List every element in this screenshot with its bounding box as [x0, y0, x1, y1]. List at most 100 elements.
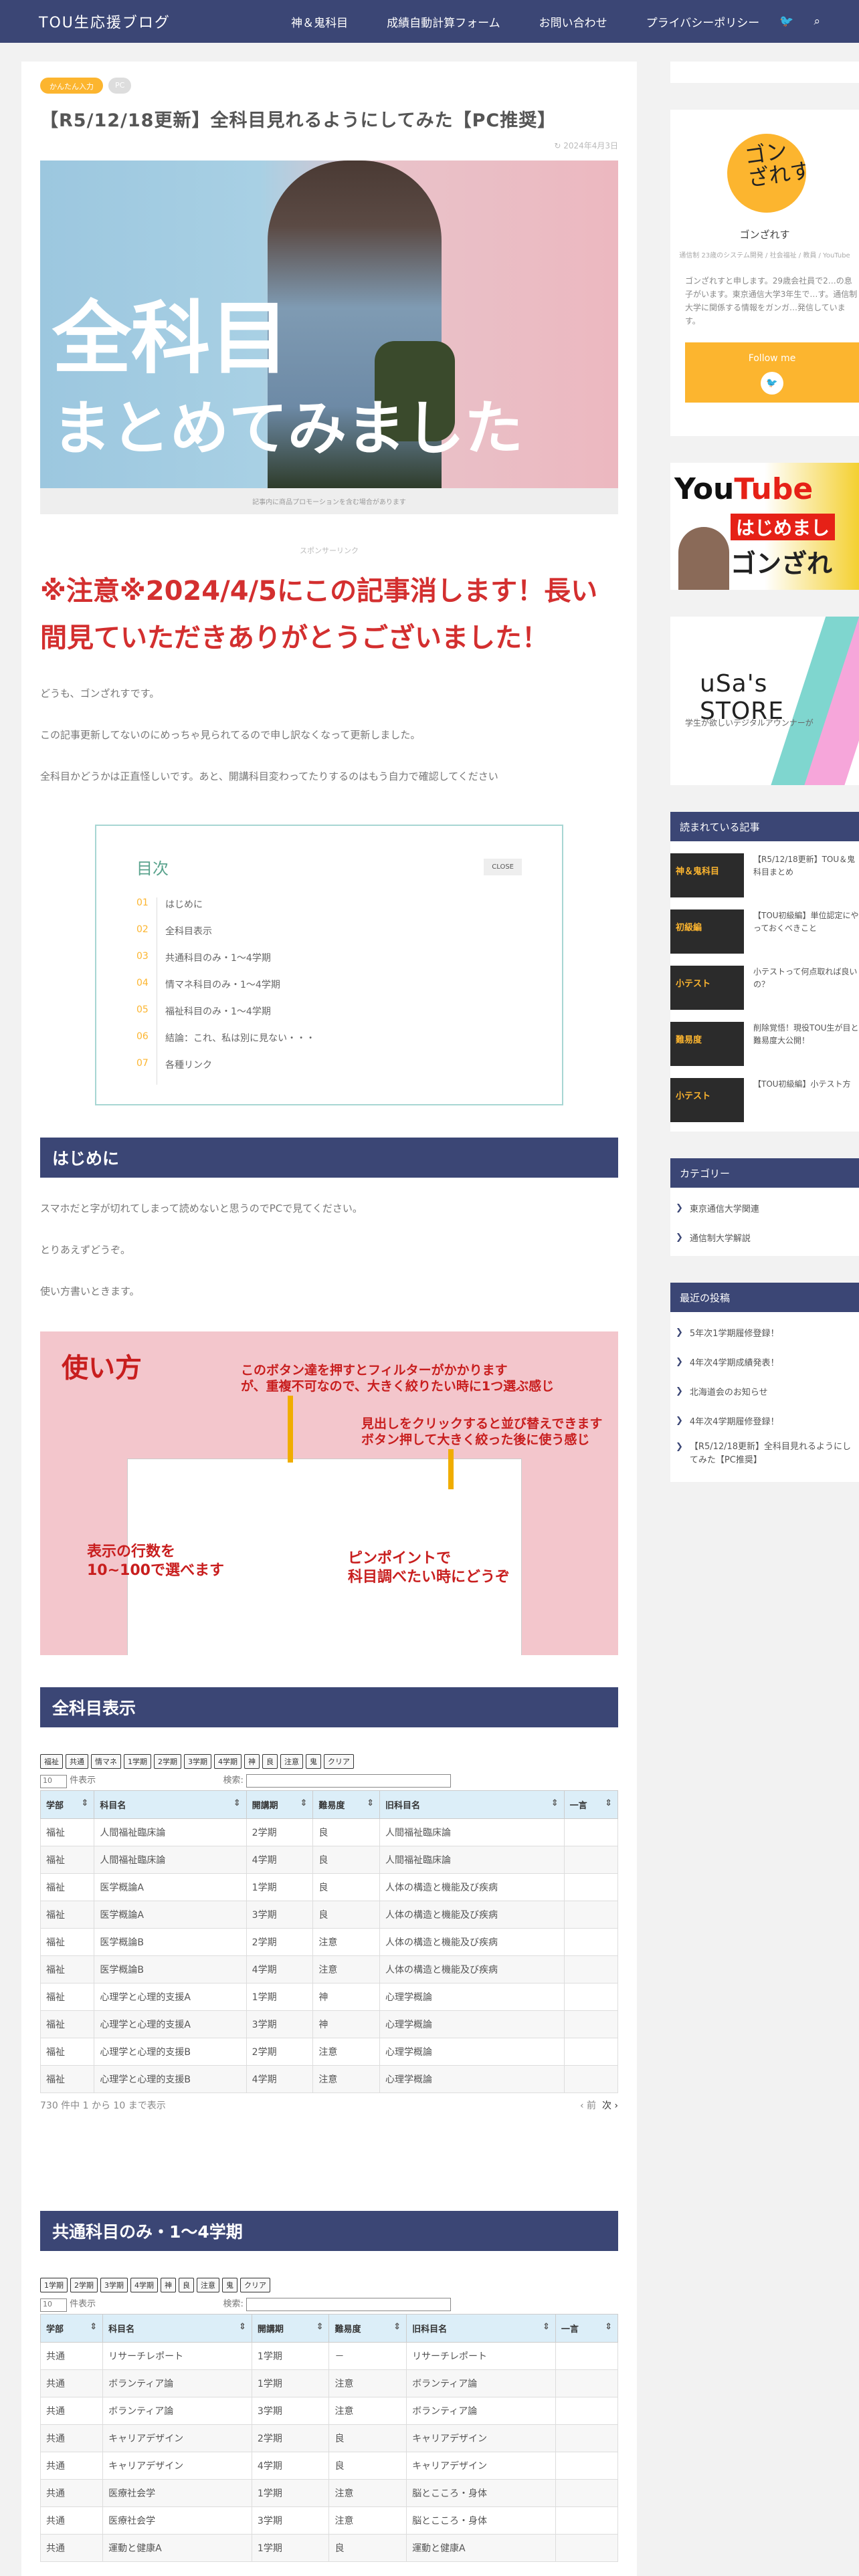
next-button[interactable]: 次 › — [602, 2101, 618, 2111]
category-label[interactable]: 通信制大学解説 — [690, 1231, 751, 1244]
column-header[interactable]: 開講期 ⇕ — [251, 2314, 330, 2343]
filter-button[interactable]: 神 — [244, 1754, 260, 1769]
filter-button[interactable]: 福祉 — [40, 1754, 63, 1769]
filter-button[interactable]: 神 — [161, 2278, 176, 2292]
search-input[interactable] — [246, 1774, 451, 1788]
recent-label[interactable]: 北海道会のお知らせ — [690, 1385, 768, 1398]
toc-item-label[interactable]: 共通科目のみ・1～4学期 — [157, 951, 271, 978]
popular-title[interactable]: 小テストって何点取れば良いの？ — [744, 966, 859, 1022]
category-item[interactable]: ❯ 通信制大学解説 — [670, 1222, 859, 1252]
toc-item[interactable]: 06 結論：これ、私は別に見ない・・・ — [136, 1031, 522, 1058]
filter-button[interactable]: 注意 — [280, 1754, 303, 1769]
category-label[interactable]: 東京通信大学関連 — [690, 1202, 759, 1214]
sidebar-search[interactable] — [670, 62, 859, 83]
popular-item[interactable]: 小テスト 小テストって何点取れば良いの？ — [670, 966, 859, 1022]
recent-label[interactable]: 4年次4学期成績発表！ — [690, 1356, 779, 1368]
recent-item[interactable]: ❯ 【R5/12/18更新】全科目見れるようにしてみた【PC推奨】 — [670, 1435, 859, 1475]
column-header[interactable]: 旧科目名 ⇕ — [379, 1790, 565, 1819]
post-date: ↻ 2024年4月3日 — [554, 141, 618, 150]
toc-item-label[interactable]: 福祉科目のみ・1～4学期 — [157, 1004, 271, 1031]
prev-button[interactable]: ‹ 前 — [580, 2101, 596, 2111]
filter-button[interactable]: 2学期 — [70, 2278, 98, 2292]
toc-item-label[interactable]: 各種リンク — [157, 1058, 212, 1085]
column-header[interactable]: 難易度 ⇕ — [328, 2314, 407, 2343]
toc-close-button[interactable]: CLOSE — [484, 859, 522, 875]
recent-label[interactable]: 5年次1学期履修登録！ — [690, 1326, 779, 1339]
filter-button[interactable]: 鬼 — [222, 2278, 237, 2292]
filter-button[interactable]: 良 — [179, 2278, 194, 2292]
popular-item[interactable]: 初級編 【TOU初級編】単位認定にやっておくべきこと — [670, 909, 859, 966]
column-header[interactable]: 一言 ⇕ — [563, 1790, 619, 1819]
store-banner[interactable]: uSa's STORE 学生が欲しいデジタルアウンナーが — [670, 617, 859, 785]
recent-item[interactable]: ❯ 北海道会のお知らせ — [670, 1376, 859, 1406]
popular-title[interactable]: 【TOU初級編】単位認定にやっておくべきこと — [744, 909, 859, 966]
toc-item-label[interactable]: 結論：これ、私は別に見ない・・・ — [157, 1031, 315, 1058]
nav-item-privacy[interactable]: プライバシーポリシー — [646, 13, 760, 30]
table-cell: 医学概論A — [94, 1873, 247, 1901]
toc-item[interactable]: 02 全科目表示 — [136, 924, 522, 951]
toc-item[interactable]: 07 各種リンク — [136, 1058, 522, 1085]
table-cell: 心理学概論 — [379, 2065, 565, 2093]
filter-button[interactable]: 注意 — [197, 2278, 219, 2292]
filter-button[interactable]: 良 — [262, 1754, 278, 1769]
site-title[interactable]: TOU生応援ブログ — [39, 11, 171, 32]
filter-button[interactable]: 4学期 — [130, 2278, 158, 2292]
column-header[interactable]: 旧科目名 ⇕ — [406, 2314, 556, 2343]
recent-label[interactable]: 【R5/12/18更新】全科目見れるようにしてみた【PC推奨】 — [690, 1440, 859, 1467]
filter-button[interactable]: 2学期 — [154, 1754, 181, 1769]
column-header[interactable]: 難易度 ⇕ — [312, 1790, 381, 1819]
popular-title[interactable]: 【R5/12/18更新】TOU＆鬼科目まとめ — [744, 853, 859, 909]
popular-item[interactable]: 難易度 削除覚悟！現役TOU生が目と難易度大公開！ — [670, 1022, 859, 1078]
usage-annotation-filter: このボタン達を押すとフィルターがかかります が、重複不可なので、大きく絞りたい時… — [241, 1363, 555, 1394]
filter-button[interactable]: 鬼 — [306, 1754, 321, 1769]
nav-item-kami-oni[interactable]: 神＆鬼科目 — [291, 13, 348, 30]
filter-button[interactable]: 4学期 — [214, 1754, 242, 1769]
table-cell: 良 — [328, 2534, 407, 2562]
toc-item[interactable]: 03 共通科目のみ・1～4学期 — [136, 951, 522, 978]
category-badge[interactable]: かんたん入力 — [40, 78, 103, 94]
column-header-label: 旧科目名 — [385, 1801, 421, 1811]
column-header[interactable]: 学部 ⇕ — [39, 1790, 95, 1819]
column-header[interactable]: 学部 ⇕ — [39, 2314, 104, 2343]
filter-button[interactable]: 1学期 — [124, 1754, 151, 1769]
toc-item-label[interactable]: はじめに — [157, 897, 203, 924]
popular-item[interactable]: 小テスト 【TOU初級編】小テスト方 — [670, 1078, 859, 1132]
column-header[interactable]: 開講期 ⇕ — [246, 1790, 314, 1819]
filter-button[interactable]: 1学期 — [40, 2278, 68, 2292]
popular-item[interactable]: 神＆鬼科目 【R5/12/18更新】TOU＆鬼科目まとめ — [670, 853, 859, 909]
filter-button[interactable]: 共通 — [66, 1754, 88, 1769]
table-cell — [563, 1955, 619, 1983]
popular-title[interactable]: 削除覚悟！現役TOU生が目と難易度大公開！ — [744, 1022, 859, 1078]
filter-button[interactable]: 3学期 — [184, 1754, 211, 1769]
filter-button[interactable]: 情マネ — [91, 1754, 121, 1769]
recent-item[interactable]: ❯ 4年次4学期成績発表！ — [670, 1347, 859, 1376]
filter-button[interactable]: 3学期 — [100, 2278, 128, 2292]
youtube-banner[interactable]: YouTube はじめまし ゴンざれ — [670, 463, 859, 590]
twitter-icon[interactable]: 🐦 — [779, 15, 793, 28]
column-header[interactable]: 科目名 ⇕ — [102, 2314, 252, 2343]
length-select[interactable]: 10 — [40, 2298, 67, 2312]
length-select[interactable]: 10 — [40, 1774, 67, 1788]
tag-badge[interactable]: PC — [108, 78, 132, 94]
category-item[interactable]: ❯ 東京通信大学関連 — [670, 1193, 859, 1222]
toc-item[interactable]: 01 はじめに — [136, 897, 522, 924]
toc-item-label[interactable]: 情マネ科目のみ・1～4学期 — [157, 978, 280, 1004]
column-header[interactable]: 科目名 ⇕ — [94, 1790, 247, 1819]
search-icon[interactable]: ⌕ — [814, 15, 820, 28]
filter-button[interactable]: クリア — [324, 1754, 354, 1769]
toc-item[interactable]: 05 福祉科目のみ・1～4学期 — [136, 1004, 522, 1031]
toc-item-label[interactable]: 全科目表示 — [157, 924, 212, 951]
recent-label[interactable]: 4年次4学期履修登録！ — [690, 1414, 779, 1427]
popular-title[interactable]: 【TOU初級編】小テスト方 — [744, 1078, 851, 1132]
table-row: 福祉 医学概論A 1学期良人体の構造と機能及び疾病 — [39, 1873, 619, 1901]
recent-item[interactable]: ❯ 5年次1学期履修登録！ — [670, 1317, 859, 1347]
search-input[interactable] — [246, 2297, 451, 2311]
nav-item-contact[interactable]: お問い合わせ — [539, 13, 607, 30]
filter-button[interactable]: クリア — [240, 2278, 270, 2292]
table-cell: 人体の構造と機能及び疾病 — [379, 1928, 565, 1956]
recent-item[interactable]: ❯ 4年次4学期履修登録！ — [670, 1406, 859, 1435]
column-header[interactable]: 一言 ⇕ — [555, 2314, 619, 2343]
toc-item[interactable]: 04 情マネ科目のみ・1～4学期 — [136, 978, 522, 1004]
twitter-icon[interactable]: 🐦 — [761, 372, 783, 395]
nav-item-grade-form[interactable]: 成績自動計算フォーム — [387, 13, 500, 30]
